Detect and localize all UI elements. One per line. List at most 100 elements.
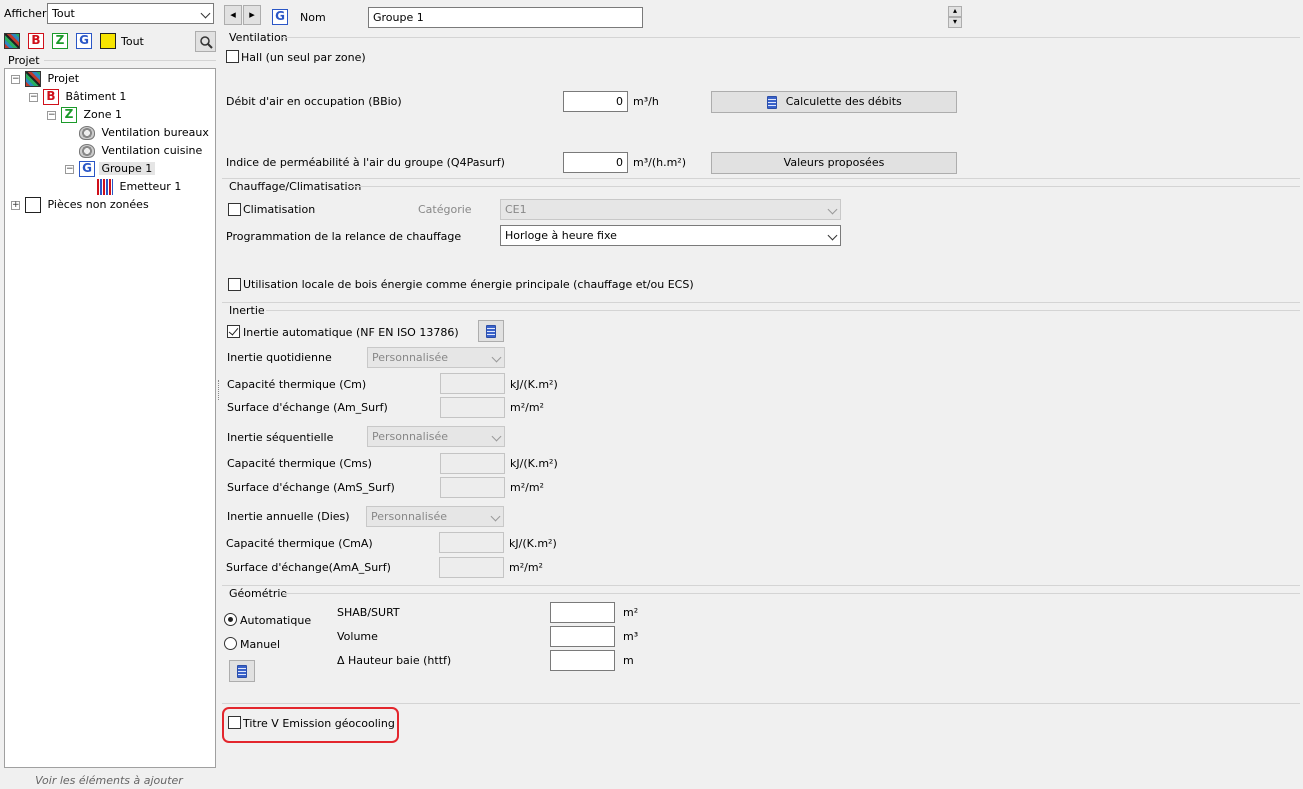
filter-batiment-icon[interactable]: B xyxy=(28,33,44,49)
ventilation-icon xyxy=(79,144,95,158)
bois-energie-label[interactable]: Utilisation locale de bois énergie comme… xyxy=(243,277,694,292)
calculette-debits-button[interactable]: Calculette des débits xyxy=(711,91,957,113)
ams-label: Surface d'échange (AmS_Surf) xyxy=(227,481,395,494)
ama-input[interactable] xyxy=(439,557,504,578)
collapse-icon[interactable]: − xyxy=(11,75,20,84)
afficher-label: Afficher xyxy=(4,7,47,20)
collapse-icon[interactable]: − xyxy=(47,111,56,120)
search-button[interactable] xyxy=(195,31,216,52)
ventilation-icon xyxy=(79,126,95,140)
inertie-sequentielle-value: Personnalisée xyxy=(372,430,449,443)
inertie-auto-label[interactable]: Inertie automatique (NF EN ISO 13786) xyxy=(243,325,459,340)
climatisation-checkbox[interactable] xyxy=(228,203,241,216)
ama-label: Surface d'échange(AmA_Surf) xyxy=(226,561,391,574)
am-input[interactable] xyxy=(440,397,505,418)
filter-tout-icon[interactable] xyxy=(100,33,116,49)
cm-input[interactable] xyxy=(440,373,505,394)
nom-input[interactable]: Groupe 1 xyxy=(368,7,643,28)
categorie-select-value: CE1 xyxy=(505,203,527,216)
next-button[interactable]: ▸ xyxy=(243,5,261,25)
ama-unit: m²/m² xyxy=(509,561,543,574)
valeurs-proposees-button[interactable]: Valeurs proposées xyxy=(711,152,957,174)
groupe-icon: G xyxy=(272,9,288,25)
afficher-select[interactable]: Tout xyxy=(47,3,214,24)
categorie-label: Catégorie xyxy=(418,203,472,216)
ams-input[interactable] xyxy=(440,477,505,498)
inertie-calc-button[interactable] xyxy=(478,320,504,342)
scroll-down-button[interactable]: ▾ xyxy=(948,17,962,28)
bois-energie-checkbox[interactable] xyxy=(228,278,241,291)
automatique-label[interactable]: Automatique xyxy=(240,613,311,628)
search-icon xyxy=(199,36,213,49)
nom-label: Nom xyxy=(300,11,326,24)
cm-unit: kJ/(K.m²) xyxy=(510,378,558,391)
climatisation-label[interactable]: Climatisation xyxy=(243,202,315,217)
tree-item-ventilation-cuisine[interactable]: Ventilation cuisine xyxy=(79,142,205,160)
cma-input[interactable] xyxy=(439,532,504,553)
calculator-icon xyxy=(237,665,247,678)
previous-button[interactable]: ◂ xyxy=(224,5,242,25)
emetteur-icon xyxy=(97,179,113,195)
chevron-down-icon xyxy=(827,230,838,241)
indice-input[interactable]: 0 xyxy=(563,152,628,173)
automatique-radio[interactable] xyxy=(224,613,237,626)
project-tree[interactable]: − Projet − B Bâtiment 1 − Z Zone 1 Venti… xyxy=(4,68,216,768)
collapse-icon[interactable]: − xyxy=(29,93,38,102)
inertie-auto-checkbox[interactable] xyxy=(227,325,240,338)
collapse-icon[interactable]: − xyxy=(65,165,74,174)
chauffage-divider xyxy=(348,186,1300,187)
manuel-radio[interactable] xyxy=(224,637,237,650)
filter-groupe-icon[interactable]: G xyxy=(76,33,92,49)
filter-zone-icon[interactable]: Z xyxy=(52,33,68,49)
inertie-annuelle-select[interactable]: Personnalisée xyxy=(366,506,504,527)
hall-checkbox[interactable] xyxy=(226,50,239,63)
volume-label: Volume xyxy=(337,630,378,643)
left-panel: Afficher Tout B Z G Tout Projet − Projet… xyxy=(0,0,218,789)
ams-unit: m²/m² xyxy=(510,481,544,494)
arrow-down-icon: ▾ xyxy=(952,17,957,26)
geometrie-calc-button[interactable] xyxy=(229,660,255,682)
indice-unit: m³/(h.m²) xyxy=(633,156,687,169)
titre-v-divider xyxy=(222,703,1300,704)
geometrie-title: Géométrie xyxy=(229,587,288,600)
hauteur-input[interactable] xyxy=(550,650,615,671)
tree-item-batiment[interactable]: B Bâtiment 1 xyxy=(43,88,129,106)
shab-input[interactable] xyxy=(550,602,615,623)
chevron-down-icon xyxy=(491,352,502,363)
geometrie-top-divider xyxy=(222,585,1300,586)
tree-item-pieces-non-zonees[interactable]: Pièces non zonées xyxy=(25,196,152,214)
tree-item-groupe[interactable]: G Groupe 1 xyxy=(79,160,156,178)
tree-item-label: Projet xyxy=(47,72,80,85)
tree-item-zone[interactable]: Z Zone 1 xyxy=(61,106,125,124)
tree-item-projet[interactable]: Projet xyxy=(25,70,82,88)
splitter-handle[interactable] xyxy=(218,380,220,400)
volume-input[interactable] xyxy=(550,626,615,647)
filter-tout-label[interactable]: Tout xyxy=(121,34,144,49)
inertie-quotidienne-value: Personnalisée xyxy=(372,351,449,364)
programmation-select[interactable]: Horloge à heure fixe xyxy=(500,225,841,246)
categorie-select[interactable]: CE1 xyxy=(500,199,841,220)
programmation-select-value: Horloge à heure fixe xyxy=(505,229,617,242)
tree-item-label: Pièces non zonées xyxy=(47,198,149,211)
expand-icon[interactable]: + xyxy=(11,201,20,210)
add-elements-hint[interactable]: Voir les éléments à ajouter xyxy=(0,774,218,787)
scroll-up-button[interactable]: ▴ xyxy=(948,6,962,17)
chevron-down-icon xyxy=(491,431,502,442)
geometrie-divider xyxy=(282,593,1300,594)
groupe-icon: G xyxy=(79,161,95,177)
calculator-icon xyxy=(486,325,496,338)
arrow-left-icon: ◂ xyxy=(230,8,236,21)
debit-unit: m³/h xyxy=(633,95,659,108)
manuel-label[interactable]: Manuel xyxy=(240,637,280,652)
tree-item-emetteur[interactable]: Emetteur 1 xyxy=(97,178,184,196)
tree-item-label: Ventilation cuisine xyxy=(101,144,203,157)
filter-projet-icon[interactable] xyxy=(4,33,20,49)
chevron-down-icon xyxy=(827,204,838,215)
hall-label[interactable]: Hall (un seul par zone) xyxy=(241,50,366,65)
tree-item-ventilation-bureaux[interactable]: Ventilation bureaux xyxy=(79,124,212,142)
debit-input[interactable]: 0 xyxy=(563,91,628,112)
inertie-annuelle-label: Inertie annuelle (Dies) xyxy=(227,510,350,523)
cms-input[interactable] xyxy=(440,453,505,474)
inertie-sequentielle-select[interactable]: Personnalisée xyxy=(367,426,505,447)
inertie-quotidienne-select[interactable]: Personnalisée xyxy=(367,347,505,368)
